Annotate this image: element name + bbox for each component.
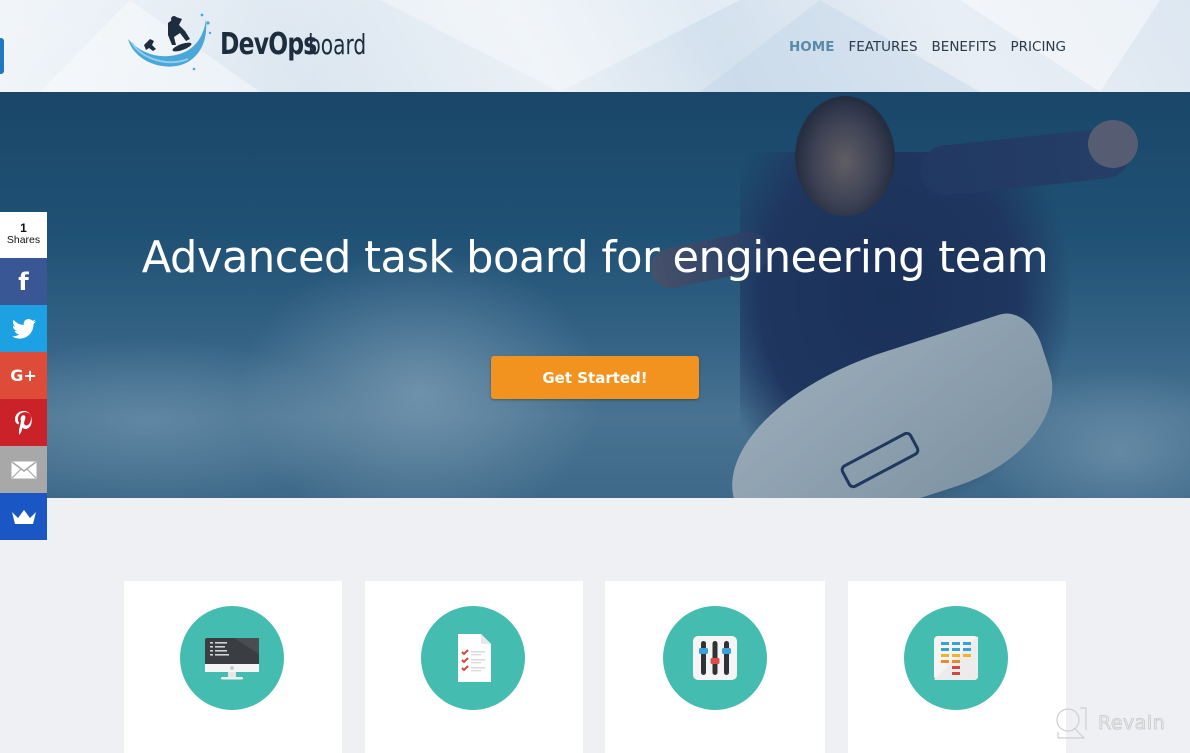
share-pinterest-button[interactable] — [0, 399, 47, 446]
nav-benefits[interactable]: BENEFITS — [932, 39, 997, 55]
feature-card — [124, 581, 342, 753]
feature-icon-circle — [180, 606, 284, 710]
code-monitor-icon — [205, 638, 259, 680]
brand-name-light: board — [308, 27, 367, 61]
site-header: DevOps board HOME FEATURES BENEFITS PRIC… — [0, 0, 1190, 92]
feature-icon-circle — [904, 606, 1008, 710]
google-plus-icon: G+ — [10, 366, 37, 385]
header-decoration — [380, 0, 740, 92]
revain-watermark-text: Revain — [1098, 712, 1166, 735]
revain-logo-icon — [1056, 707, 1087, 739]
checklist-document-icon — [458, 634, 491, 682]
hero-section: Advanced task board for engineering team… — [0, 92, 1190, 498]
main-nav: HOME FEATURES BENEFITS PRICING — [789, 39, 1066, 55]
feature-card — [848, 581, 1066, 753]
share-twitter-button[interactable] — [0, 305, 47, 352]
share-google-plus-button[interactable]: G+ — [0, 352, 47, 399]
share-count: 1 Shares — [0, 212, 47, 258]
feature-card — [605, 581, 825, 753]
share-count-label: Shares — [6, 234, 41, 246]
kanban-board-icon — [934, 636, 978, 680]
feature-icon-circle — [663, 606, 767, 710]
side-tab-handle[interactable] — [0, 38, 4, 74]
nav-pricing[interactable]: PRICING — [1011, 39, 1066, 55]
share-count-value: 1 — [20, 221, 27, 235]
hero-overlay — [0, 92, 1190, 498]
hero-title: Advanced task board for engineering team — [141, 232, 1049, 283]
equalizer-sliders-icon — [693, 636, 737, 680]
share-sumo-button[interactable] — [0, 493, 47, 540]
logo-link[interactable]: DevOps board — [124, 10, 389, 78]
feature-card — [365, 581, 583, 753]
nav-home[interactable]: HOME — [789, 39, 834, 55]
get-started-button[interactable]: Get Started! — [491, 356, 699, 399]
brand-name-bold: DevOps — [220, 26, 317, 62]
crown-icon — [11, 509, 36, 524]
feature-icon-circle — [421, 606, 525, 710]
surfer-splash-logo-icon — [128, 13, 212, 71]
social-share-bar: 1 Shares f G+ — [0, 212, 47, 540]
facebook-icon: f — [18, 267, 29, 296]
nav-features[interactable]: FEATURES — [848, 39, 917, 55]
pinterest-icon — [14, 410, 32, 435]
share-email-button[interactable] — [0, 446, 47, 493]
share-facebook-button[interactable]: f — [0, 258, 47, 305]
twitter-icon — [11, 318, 36, 339]
email-icon — [11, 460, 36, 478]
brand-name: DevOps board — [220, 27, 389, 62]
revain-watermark: Revain — [1054, 706, 1165, 740]
